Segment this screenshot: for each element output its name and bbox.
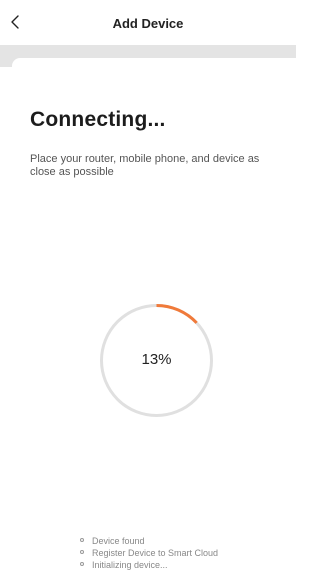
step-bullet-icon	[80, 550, 84, 554]
add-device-screen: Add Device Connecting... Place your rout…	[0, 0, 296, 578]
step-label: Device found	[92, 536, 145, 546]
connecting-heading: Connecting...	[30, 108, 166, 131]
step-bullet-icon	[80, 538, 84, 542]
top-app-bar: Add Device	[0, 0, 296, 44]
connection-steps: Device found Register Device to Smart Cl…	[80, 535, 218, 571]
progress-ring: 13%	[99, 303, 214, 418]
page-title: Add Device	[112, 16, 184, 31]
step-item: Register Device to Smart Cloud	[80, 547, 218, 559]
step-item: Device found	[80, 535, 218, 547]
step-bullet-icon	[80, 562, 84, 566]
progress-percent: 13%	[141, 351, 172, 368]
placement-hint: Place your router, mobile phone, and dev…	[30, 153, 260, 178]
step-label: Register Device to Smart Cloud	[92, 548, 219, 558]
step-label: Initializing device...	[92, 560, 168, 570]
step-item: Initializing device...	[80, 559, 218, 571]
